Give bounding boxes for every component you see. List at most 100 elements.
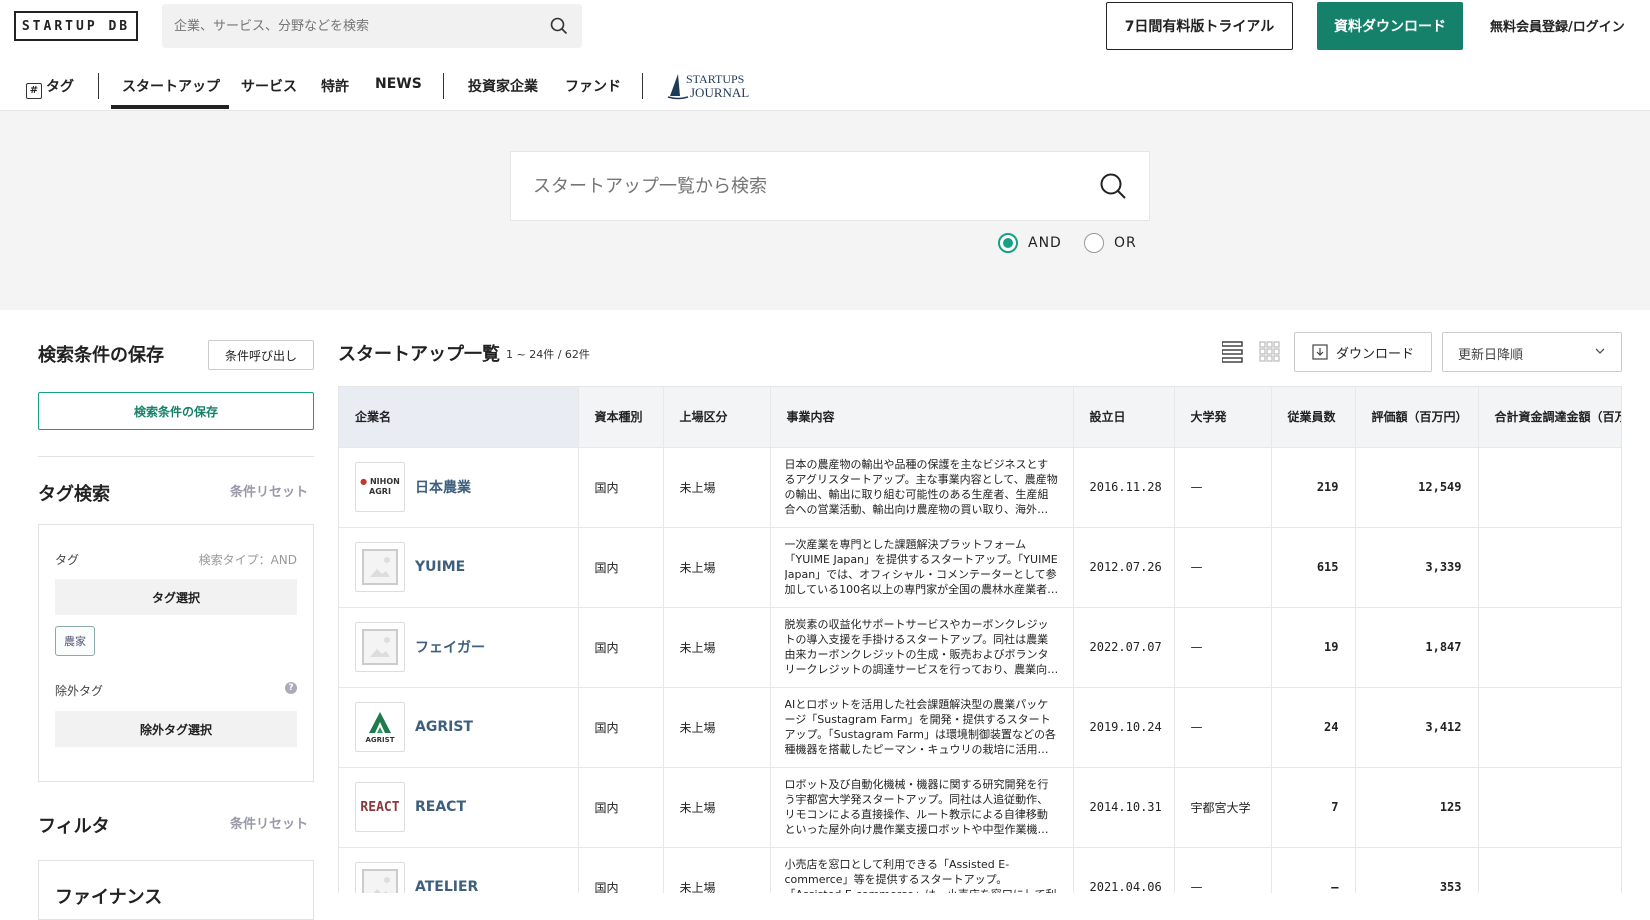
nav-fund[interactable]: ファンド [565, 76, 621, 96]
founded-cell: 2012.07.26 [1073, 527, 1175, 608]
search-icon[interactable] [1099, 172, 1127, 204]
download-button-label: ダウンロード [1335, 346, 1414, 362]
selected-tag-chip[interactable]: 農家 [55, 626, 95, 656]
university-cell: — [1174, 447, 1272, 528]
search-type-label[interactable]: 検索タイプ：AND [199, 551, 297, 568]
founded-cell: 2021.04.06 [1073, 847, 1175, 893]
funding-cell: 8 [1478, 447, 1621, 528]
company-name-link[interactable]: 日本農業 [415, 477, 471, 497]
company-logo-frame[interactable]: ● NIHON AGRI [355, 462, 405, 512]
recall-conditions-button[interactable]: 条件呼び出し [208, 340, 314, 370]
table-row[interactable]: ATELIER 国内 未上場 小売店を窓口として利用できる「Assisted E-co… [339, 847, 1621, 893]
or-radio[interactable]: OR [1084, 233, 1137, 253]
svg-text:STARTUPS: STARTUPS [686, 72, 744, 86]
startup-list-title: スタートアップ一覧 [338, 344, 500, 365]
company-name-link[interactable]: ATELIER [415, 879, 478, 893]
save-search-button[interactable]: 検索条件の保存 [38, 392, 314, 430]
listing-cell: 未上場 [663, 447, 771, 528]
employees-cell: 7 [1271, 767, 1356, 848]
startups-journal-logo[interactable]: STARTUPS JOURNAL [666, 70, 756, 100]
valuation-cell: 12,549 [1355, 447, 1479, 528]
nav-startup[interactable]: スタートアップ [122, 76, 220, 96]
nav-investor[interactable]: 投資家企業 [468, 76, 538, 96]
and-radio[interactable]: AND [998, 233, 1062, 253]
sort-select[interactable]: 更新日降順 [1442, 332, 1622, 372]
company-logo-frame[interactable] [355, 622, 405, 672]
or-label: OR [1114, 235, 1137, 251]
capital-cell: 国内 [578, 767, 664, 848]
business-cell: 日本の農産物の輸出や品種の保護を主なビジネスとするアグリスタートアップ。主な事業… [770, 447, 1074, 528]
col-valuation[interactable]: 評価額（百万円） [1355, 387, 1479, 448]
tag-select-button[interactable]: タグ選択 [55, 579, 297, 615]
capital-cell: 国内 [578, 607, 664, 688]
company-cell[interactable]: ● NIHON AGRI 日本農業 [339, 447, 579, 528]
and-label: AND [1028, 235, 1062, 251]
search-icon[interactable] [550, 17, 568, 39]
svg-text:JOURNAL: JOURNAL [690, 85, 749, 100]
col-capital-type[interactable]: 資本種別 [578, 387, 664, 448]
table-row[interactable]: フェイガー 国内 未上場 脱炭素の収益化サポートサービスやカーボンクレジットの導入支援… [339, 607, 1621, 688]
col-business[interactable]: 事業内容 [770, 387, 1074, 448]
exclude-tag-select-button[interactable]: 除外タグ選択 [55, 711, 297, 747]
company-logo-frame[interactable]: AGRIST [355, 702, 405, 752]
company-logo-frame[interactable]: REACT [355, 782, 405, 832]
business-cell: ロボット及び自動化機械・機器に関する研究開発を行う宇都宮大学発スタートアップ。同… [770, 767, 1074, 848]
top-bar: STARTUP DB 7日間有料版トライアル 資料ダウンロード 無料会員登録/ロ… [0, 0, 1650, 56]
table-row[interactable]: REACT REACT 国内 未上場 ロボット及び自動化機械・機器に関する研究開発を行う… [339, 767, 1621, 848]
company-logo-frame[interactable] [355, 542, 405, 592]
global-search [162, 4, 582, 48]
company-cell[interactable]: REACT REACT [339, 767, 579, 848]
funding-cell [1478, 847, 1621, 893]
col-listing[interactable]: 上場区分 [663, 387, 771, 448]
company-name-link[interactable]: AGRIST [415, 719, 473, 735]
founded-cell: 2014.10.31 [1073, 767, 1175, 848]
list-view-icon[interactable] [1221, 341, 1243, 363]
global-search-input[interactable] [174, 4, 534, 48]
nav-tag-label: タグ [46, 79, 74, 95]
company-name-link[interactable]: REACT [415, 799, 466, 815]
funding-cell [1478, 527, 1621, 608]
col-total-funding[interactable]: 合計資金調達金額（百万円） [1478, 387, 1621, 448]
download-materials-button[interactable]: 資料ダウンロード [1317, 2, 1463, 50]
company-name-link[interactable]: YUIME [415, 559, 465, 575]
company-cell[interactable]: ATELIER [339, 847, 579, 893]
nav-news[interactable]: NEWS [375, 76, 422, 92]
view-toggle [1221, 340, 1282, 368]
hero-search-area: AND OR [0, 111, 1650, 310]
table-row[interactable]: YUIME 国内 未上場 一次産業を専門とした課題解決プラットフォーム「YUIME J… [339, 527, 1621, 608]
startup-db-logo[interactable]: STARTUP DB [14, 11, 138, 41]
table-row[interactable]: AGRIST AGRIST 国内 未上場 AIとロボットを活用した社会課題解決型の農業パ… [339, 687, 1621, 768]
help-icon[interactable]: ? [285, 682, 297, 694]
nav-patent[interactable]: 特許 [321, 76, 349, 96]
tag-search-title: タグ検索 [38, 484, 110, 505]
col-university[interactable]: 大学発 [1174, 387, 1272, 448]
employees-cell: 219 [1271, 447, 1356, 528]
company-cell[interactable]: YUIME [339, 527, 579, 608]
company-logo-frame[interactable] [355, 862, 405, 893]
tag-reset-link[interactable]: 条件リセット [230, 481, 308, 500]
valuation-cell: 3,339 [1355, 527, 1479, 608]
image-placeholder-icon [362, 869, 398, 893]
col-company-name[interactable]: 企業名 [339, 387, 579, 448]
company-cell[interactable]: フェイガー [339, 607, 579, 688]
company-name-link[interactable]: フェイガー [415, 637, 485, 657]
nav-tag[interactable]: # タグ [26, 76, 74, 99]
startup-search-input[interactable] [533, 152, 1073, 220]
table-row[interactable]: ● NIHON AGRI 日本農業 国内 未上場 日本の農産物の輸出や品種の保護を主なビ… [339, 447, 1621, 528]
nav-service[interactable]: サービス [241, 76, 297, 96]
business-text: 日本の農産物の輸出や品種の保護を主なビジネスとするアグリスタートアップ。主な事業… [784, 458, 1058, 516]
capital-cell: 国内 [578, 447, 664, 528]
company-cell[interactable]: AGRIST AGRIST [339, 687, 579, 768]
trial-button[interactable]: 7日間有料版トライアル [1106, 2, 1293, 50]
employees-cell: 615 [1271, 527, 1356, 608]
business-text: 小売店を窓口として利用できる「Assisted E-commerce」等を提供す… [784, 858, 1057, 893]
csv-download-button[interactable]: ダウンロード [1294, 332, 1432, 372]
filter-reset-link[interactable]: 条件リセット [230, 813, 308, 832]
listing-cell: 未上場 [663, 687, 771, 768]
business-text: ロボット及び自動化機械・機器に関する研究開発を行う宇都宮大学発スタートアップ。同… [784, 778, 1049, 836]
col-founded[interactable]: 設立日 [1073, 387, 1175, 448]
university-cell: — [1174, 527, 1272, 608]
grid-view-icon[interactable] [1259, 341, 1280, 362]
signup-login-link[interactable]: 無料会員登録/ログイン [1490, 16, 1625, 35]
col-employees[interactable]: 従業員数 [1271, 387, 1356, 448]
